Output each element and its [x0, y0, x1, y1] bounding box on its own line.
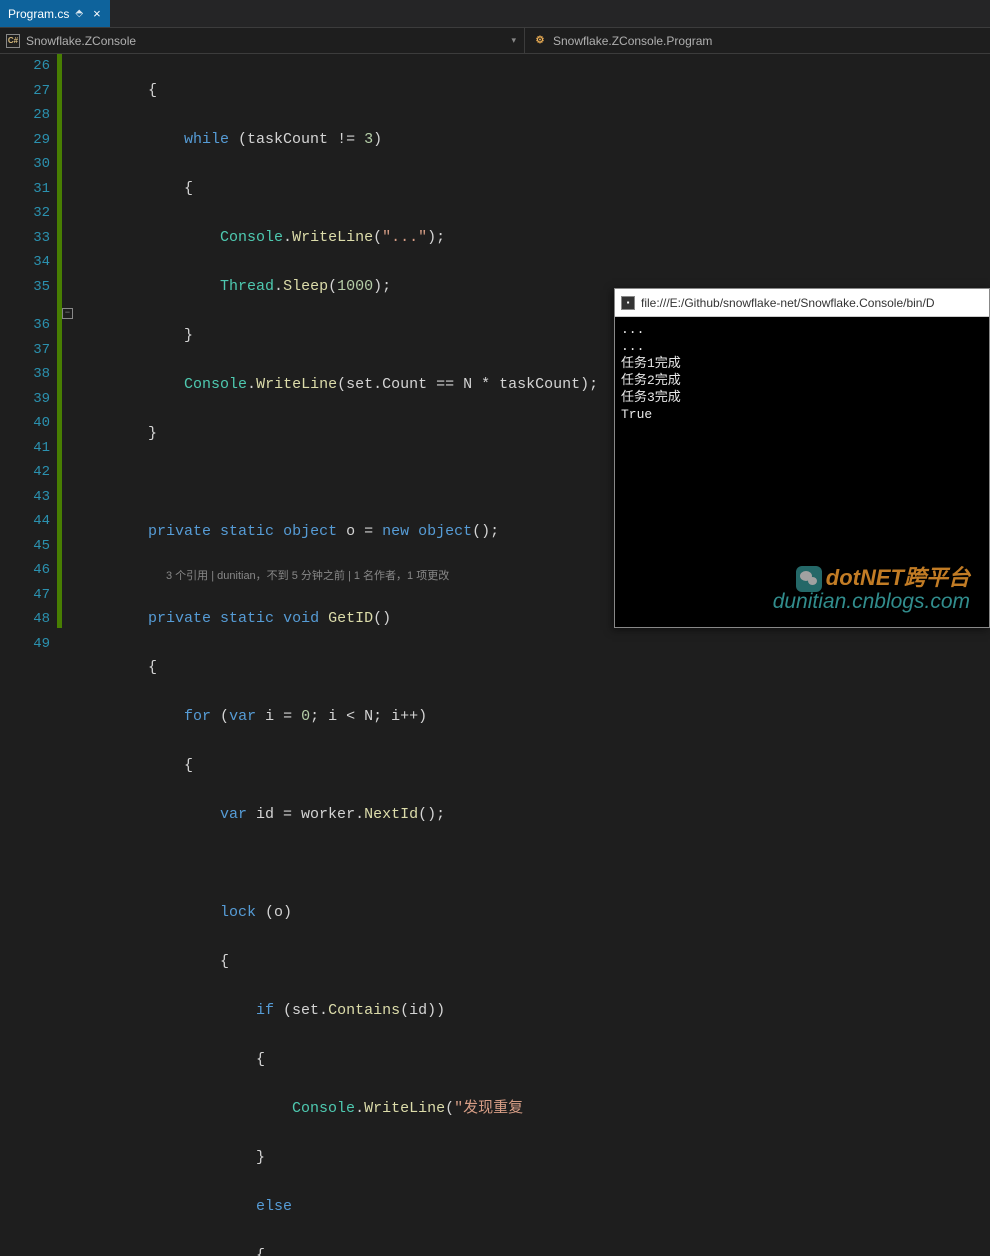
tab-filename: Program.cs: [8, 7, 69, 21]
pin-icon[interactable]: ⬘: [75, 8, 83, 19]
code-line: {: [76, 177, 990, 202]
change-indicator: [57, 54, 62, 628]
console-title-text: file:///E:/Github/snowflake-net/Snowflak…: [641, 296, 934, 310]
console-line: 任务2完成: [621, 373, 681, 388]
code-line: Console.WriteLine("...");: [76, 226, 990, 251]
csharp-class-icon: C#: [6, 34, 20, 48]
code-line: {: [76, 656, 990, 681]
console-output-window[interactable]: ▪ file:///E:/Github/snowflake-net/Snowfl…: [614, 288, 990, 628]
close-icon[interactable]: ×: [93, 6, 101, 21]
code-line: {: [76, 79, 990, 104]
console-titlebar[interactable]: ▪ file:///E:/Github/snowflake-net/Snowfl…: [615, 289, 989, 317]
code-line: while (taskCount != 3): [76, 128, 990, 153]
console-line: ...: [621, 322, 644, 337]
tab-bar: Program.cs ⬘ ×: [0, 0, 990, 28]
console-app-icon: ▪: [621, 296, 635, 310]
nav-scope-class[interactable]: C# Snowflake.ZConsole ▾: [0, 28, 525, 53]
console-line: ...: [621, 339, 644, 354]
navigation-bar: C# Snowflake.ZConsole ▾ ⚙ Snowflake.ZCon…: [0, 28, 990, 54]
code-line: var id = worker.NextId();: [76, 803, 990, 828]
console-line: 任务3完成: [621, 390, 681, 405]
console-body[interactable]: ... ... 任务1完成 任务2完成 任务3完成 True: [615, 317, 989, 627]
code-line: }: [76, 1146, 990, 1171]
code-line: Console.WriteLine("发现重复: [76, 1097, 990, 1122]
code-line: lock (o): [76, 901, 990, 926]
code-line: {: [76, 1244, 990, 1256]
chevron-down-icon: ▾: [511, 35, 516, 46]
code-line: {: [76, 950, 990, 975]
code-line: for (var i = 0; i < N; i++): [76, 705, 990, 730]
code-line: if (set.Contains(id)): [76, 999, 990, 1024]
code-line: {: [76, 754, 990, 779]
code-line: [76, 852, 990, 877]
console-line: 任务1完成: [621, 356, 681, 371]
file-tab-program[interactable]: Program.cs ⬘ ×: [0, 0, 110, 27]
nav-scope-member[interactable]: ⚙ Snowflake.ZConsole.Program: [525, 28, 990, 53]
fold-toggle[interactable]: −: [62, 308, 73, 319]
code-line: {: [76, 1048, 990, 1073]
nav-class-text: Snowflake.ZConsole: [26, 34, 136, 48]
console-line: True: [621, 407, 652, 422]
nav-member-text: Snowflake.ZConsole.Program: [553, 34, 712, 48]
code-line: else: [76, 1195, 990, 1220]
method-icon: ⚙: [533, 34, 547, 48]
line-number-gutter: 26272829 30313233 3435 36373839 40414243…: [0, 54, 62, 628]
